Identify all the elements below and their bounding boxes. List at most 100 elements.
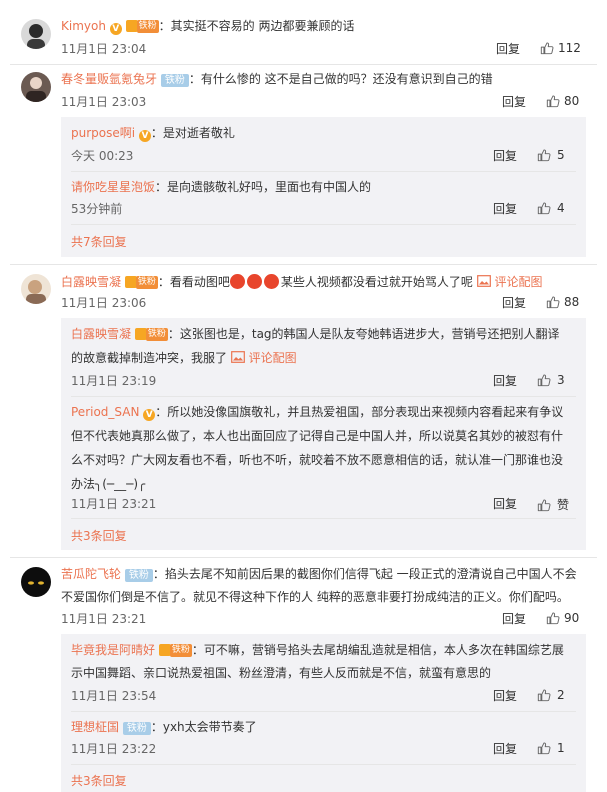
username[interactable]: 白露映雪凝	[71, 327, 131, 341]
timestamp: 53分钟前	[71, 202, 123, 216]
like-button[interactable]: 4	[537, 201, 565, 215]
reply-button[interactable]: 回复	[502, 296, 526, 310]
reply-text: purpose啊i V ：是对逝者敬礼	[71, 126, 235, 142]
angry-emoji-icon	[229, 274, 245, 289]
thumb-up-icon	[537, 201, 551, 215]
vip-icon: V	[138, 130, 151, 142]
reply-button[interactable]: 回复	[502, 612, 526, 626]
comment-text: 春冬量贩氩氪兔牙 铁粉 ：有什么惨的 这不是自己做的吗？还没有意识到自己的错	[61, 72, 493, 87]
comment-text-continued: 不爱国你们倒是不信了。就见不得这种下作的人 纯粹的恶意非要打扮成纯洁的正义。你们…	[61, 590, 569, 604]
comment-image-link[interactable]: 评论配图	[477, 275, 543, 289]
like-count: 88	[564, 295, 580, 309]
timestamp: 11月1日 23:03	[61, 95, 147, 109]
vip-icon: V	[143, 409, 156, 421]
reply-button[interactable]: 回复	[502, 95, 526, 109]
like-count: 90	[564, 611, 580, 625]
reply-button[interactable]: 回复	[493, 689, 517, 703]
picture-icon	[477, 275, 491, 287]
fan-level-icon	[125, 20, 138, 32]
angry-emoji-icon	[246, 274, 262, 289]
reply-text: 请你吃星星泡饭：是向遗骸敬礼好吗，里面也有中国人的	[71, 180, 372, 194]
like-count: 1	[557, 741, 565, 755]
fan-badge: 铁粉	[124, 569, 153, 582]
like-button[interactable]: 90	[546, 611, 579, 625]
comment-image-link[interactable]: 评论配图	[231, 351, 297, 365]
like-count: 112	[558, 41, 581, 55]
avatar[interactable]	[21, 19, 51, 49]
fan-badge: 铁粉	[125, 19, 159, 33]
reply-button[interactable]: 回复	[493, 149, 517, 163]
like-count: 3	[557, 373, 565, 387]
thumb-up-icon	[537, 373, 551, 387]
reply-text-continued: 示中国舞蹈、亲口说热爱祖国、粉丝澄清，有些人反而就是不信，就蛮有意思的	[71, 666, 492, 680]
reply-text-continued: 么不对吗？广大网友看也不看，听也不听，就咬着不放不愿意相信的话，就认准一门那谁也…	[71, 453, 564, 467]
avatar[interactable]	[21, 274, 51, 304]
divider	[71, 711, 576, 712]
username[interactable]: 春冬量贩氩氪兔牙	[61, 72, 157, 86]
reply-button[interactable]: 回复	[493, 202, 517, 216]
divider	[71, 224, 576, 225]
like-button[interactable]: 80	[546, 94, 579, 108]
comment-text: 苦瓜陀飞轮 铁粉 ：掐头去尾不知前因后果的截图你们信得飞起 一段正式的澄清说自己中…	[61, 567, 577, 582]
timestamp: 11月1日 23:21	[61, 612, 147, 626]
username[interactable]: 苦瓜陀飞轮	[61, 567, 121, 581]
thumb-up-icon	[546, 611, 560, 625]
avatar[interactable]	[21, 72, 51, 102]
like-count: 赞	[557, 498, 570, 512]
divider	[71, 764, 576, 765]
reply-text: 白露映雪凝 铁粉 ：这张图也是，tag的韩国人是队友夸她韩语进步大，营销号还把别人…	[71, 327, 560, 341]
reply-text: 毕竟我是阿晴好 铁粉 ：可不嘛，营销号掐头去尾胡编乱造就是相信，本人多次在韩国综艺…	[71, 643, 564, 657]
like-count: 80	[564, 94, 580, 108]
thumb-up-icon	[540, 41, 554, 55]
username[interactable]: 白露映雪凝	[61, 275, 121, 289]
thumb-up-icon	[537, 688, 551, 702]
thumb-up-icon	[537, 498, 551, 512]
fan-badge: 铁粉	[158, 643, 192, 657]
username[interactable]: 请你吃星星泡饭	[71, 180, 155, 194]
like-count: 2	[557, 688, 565, 702]
username[interactable]: Period_SAN	[71, 405, 139, 419]
username[interactable]: purpose啊i	[71, 126, 135, 140]
like-button[interactable]: 112	[540, 41, 581, 55]
timestamp: 11月1日 23:21	[71, 497, 157, 511]
angry-emoji-icon	[263, 274, 279, 289]
picture-icon	[231, 351, 245, 363]
timestamp: 11月1日 23:06	[61, 296, 147, 310]
avatar[interactable]	[21, 567, 51, 597]
more-replies-link[interactable]: 共7条回复	[71, 235, 127, 249]
timestamp: 11月1日 23:54	[71, 689, 157, 703]
divider	[10, 264, 597, 265]
username[interactable]: Kimyoh	[61, 19, 106, 33]
fan-badge: 铁粉	[122, 722, 151, 735]
divider	[71, 518, 576, 519]
more-replies-link[interactable]: 共3条回复	[71, 529, 127, 543]
reply-text: 理想柾国 铁粉 ：yxh太会带节奏了	[71, 720, 257, 735]
reply-button[interactable]: 回复	[493, 374, 517, 388]
comment-text: Kimyoh V 铁粉 ：其实挺不容易的 两边都要兼顾的话	[61, 19, 355, 35]
divider	[10, 64, 597, 65]
like-button[interactable]: 5	[537, 148, 565, 162]
like-button[interactable]: 2	[537, 688, 565, 702]
fan-badge: 铁粉	[134, 327, 168, 341]
like-count: 4	[557, 201, 565, 215]
reply-button[interactable]: 回复	[493, 497, 517, 511]
reply-text-continued: 但不代表她真那么做了，本人也出面回应了记得自己是中国人并，所以说莫名其妙的被怼有…	[71, 429, 564, 443]
username[interactable]: 理想柾国	[71, 720, 119, 734]
divider	[10, 557, 597, 558]
timestamp: 11月1日 23:22	[71, 742, 157, 756]
like-count: 5	[557, 148, 565, 162]
sub-replies	[61, 634, 586, 792]
like-button[interactable]: 3	[537, 373, 565, 387]
like-button[interactable]: 88	[546, 295, 579, 309]
reply-button[interactable]: 回复	[496, 42, 520, 56]
reply-text: Period_SAN V ：所以她没像国旗敬礼，并且热爱祖国，部分表现出来视频内容…	[71, 405, 564, 421]
username[interactable]: 毕竟我是阿晴好	[71, 643, 155, 657]
comment-text: 白露映雪凝 铁粉 ：看看动图吧 某些人视频都没看过就开始骂人了呢 评论配图	[61, 274, 543, 289]
divider	[71, 396, 576, 397]
timestamp: 11月1日 23:04	[61, 42, 147, 56]
more-replies-link[interactable]: 共3条回复	[71, 774, 127, 788]
like-button[interactable]: 1	[537, 741, 565, 755]
reply-button[interactable]: 回复	[493, 742, 517, 756]
thumb-up-icon	[546, 94, 560, 108]
like-button[interactable]: 赞	[537, 496, 569, 513]
